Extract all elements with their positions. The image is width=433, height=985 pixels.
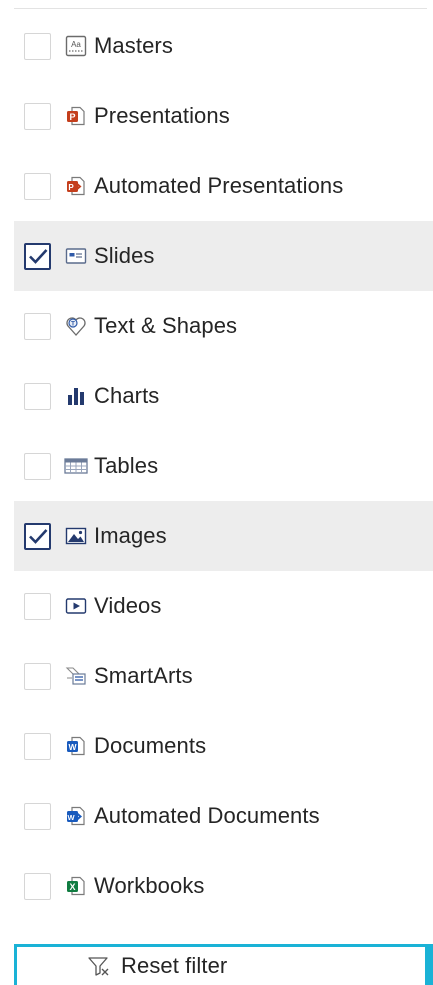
table-icon: [64, 454, 88, 478]
image-icon: [64, 524, 88, 548]
filter-item-workbooks[interactable]: X Workbooks: [14, 851, 433, 921]
checkbox[interactable]: [24, 872, 51, 900]
filter-label: Images: [94, 523, 167, 548]
word-icon: W: [64, 734, 88, 758]
filter-label: Workbooks: [94, 873, 205, 898]
checkbox[interactable]: [24, 312, 51, 340]
automated-powerpoint-icon: P: [64, 174, 88, 198]
filter-label: Charts: [94, 383, 160, 408]
filter-item-images[interactable]: Images: [14, 501, 433, 571]
filter-item-documents[interactable]: W Documents: [14, 711, 433, 781]
svg-text:P: P: [68, 183, 74, 192]
checkbox[interactable]: [24, 662, 51, 690]
svg-text:W: W: [68, 742, 77, 752]
checkbox[interactable]: [24, 172, 51, 200]
svg-text:W: W: [67, 813, 75, 822]
reset-filter-label: Reset filter: [121, 953, 228, 978]
video-icon: [64, 594, 88, 618]
filter-item-automated-presentations[interactable]: P Automated Presentations: [14, 151, 433, 221]
masters-icon: Aa: [64, 34, 88, 58]
slide-icon: [64, 244, 88, 268]
checkbox[interactable]: [24, 452, 51, 480]
filter-item-presentations[interactable]: P Presentations: [14, 81, 433, 151]
svg-text:P: P: [69, 112, 75, 122]
excel-icon: X: [64, 874, 88, 898]
powerpoint-icon: P: [64, 104, 88, 128]
filter-list: Aa Masters P Presentations P Automated P…: [14, 11, 433, 921]
svg-text:T: T: [71, 321, 75, 328]
checkbox[interactable]: [24, 382, 51, 410]
bar-chart-icon: [64, 384, 88, 408]
filter-label: Presentations: [94, 103, 230, 128]
checkmark-icon: [28, 249, 47, 264]
filter-label: Documents: [94, 733, 207, 758]
filter-label: Tables: [94, 453, 159, 478]
filter-item-slides[interactable]: Slides: [14, 221, 433, 291]
checkbox[interactable]: [24, 732, 51, 760]
svg-text:Aa: Aa: [71, 40, 81, 49]
filter-item-text-shapes[interactable]: T Text & Shapes: [14, 291, 433, 361]
svg-text:X: X: [69, 882, 75, 892]
checkbox[interactable]: [24, 522, 51, 550]
filter-item-videos[interactable]: Videos: [14, 571, 433, 641]
checkbox[interactable]: [24, 32, 51, 60]
checkbox[interactable]: [24, 592, 51, 620]
automated-word-icon: W: [64, 804, 88, 828]
checkbox[interactable]: [24, 242, 51, 270]
text-shapes-icon: T: [64, 314, 88, 338]
checkmark-icon: [28, 529, 47, 544]
filter-label: SmartArts: [94, 663, 193, 688]
filter-item-charts[interactable]: Charts: [14, 361, 433, 431]
filter-item-smartarts[interactable]: SmartArts: [14, 641, 433, 711]
filter-label: Automated Presentations: [94, 173, 344, 198]
filter-label: Masters: [94, 33, 173, 58]
filter-clear-icon: [87, 954, 111, 978]
checkbox[interactable]: [24, 102, 51, 130]
filter-label: Videos: [94, 593, 162, 618]
checkbox[interactable]: [24, 802, 51, 830]
smartart-icon: [64, 664, 88, 688]
filter-label: Text & Shapes: [94, 313, 238, 338]
focus-outline-edge: [425, 944, 433, 985]
filter-label: Automated Documents: [94, 803, 320, 828]
top-divider: [14, 8, 427, 9]
reset-filter-button[interactable]: Reset filter: [14, 944, 425, 985]
filter-item-masters[interactable]: Aa Masters: [14, 11, 433, 81]
filter-item-automated-documents[interactable]: W Automated Documents: [14, 781, 433, 851]
filter-label: Slides: [94, 243, 155, 268]
filter-item-tables[interactable]: Tables: [14, 431, 433, 501]
